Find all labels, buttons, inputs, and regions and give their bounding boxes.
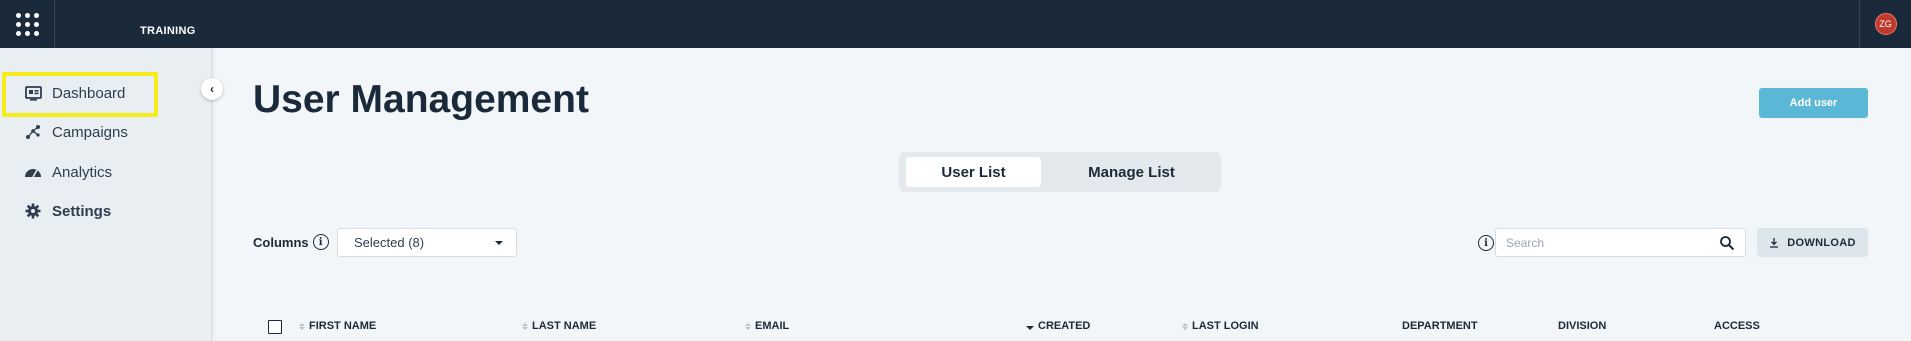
search-input[interactable] — [1496, 229, 1696, 256]
campaigns-icon — [24, 123, 42, 141]
search-info-icon[interactable]: i — [1478, 235, 1494, 251]
table-header: FIRST NAME LAST NAME EMAIL CREATED LAST … — [253, 316, 1873, 338]
sort-icon — [522, 322, 528, 330]
columns-dropdown-value: Selected (8) — [354, 235, 425, 250]
search-field[interactable] — [1495, 228, 1746, 257]
column-header-label: ACCESS — [1714, 320, 1760, 332]
avatar[interactable]: ZG — [1874, 13, 1897, 35]
download-label: DOWNLOAD — [1787, 236, 1856, 249]
highlight-box — [2, 72, 158, 117]
app-launcher-button[interactable] — [0, 0, 55, 48]
download-button[interactable]: DOWNLOAD — [1757, 228, 1868, 257]
sidebar-item-label: Analytics — [52, 163, 113, 181]
column-header-last-name[interactable]: LAST NAME — [522, 320, 596, 332]
tab-user-list[interactable]: User List — [906, 157, 1041, 187]
column-header-access[interactable]: ACCESS — [1714, 320, 1760, 332]
gear-icon — [24, 202, 42, 220]
column-header-label: LAST LOGIN — [1192, 320, 1259, 332]
column-header-created[interactable]: CREATED — [1026, 320, 1090, 332]
caret-down-icon — [495, 241, 503, 245]
tab-manage-list[interactable]: Manage List — [1049, 157, 1214, 187]
sidebar-item-campaigns[interactable]: Campaigns — [24, 123, 128, 141]
column-header-last-login[interactable]: LAST LOGIN — [1182, 320, 1259, 332]
add-user-button[interactable]: Add user — [1759, 88, 1868, 118]
sidebar-item-label: Campaigns — [52, 123, 128, 141]
columns-dropdown[interactable]: Selected (8) — [337, 228, 517, 257]
sort-icon — [1182, 322, 1188, 330]
page-title: User Management — [253, 78, 589, 121]
column-header-department[interactable]: DEPARTMENT — [1402, 320, 1478, 332]
column-header-label: EMAIL — [755, 320, 790, 332]
sidebar-item-label: Settings — [52, 202, 112, 220]
top-bar: TRAINING ZG — [0, 0, 1911, 48]
sort-icon — [299, 322, 305, 330]
app-title: TRAINING — [140, 25, 196, 37]
user-menu[interactable]: ZG — [1859, 0, 1911, 48]
collapse-sidebar-button[interactable]: ‹ — [201, 78, 223, 100]
analytics-icon — [24, 163, 42, 181]
sidebar-item-analytics[interactable]: Analytics — [24, 163, 112, 181]
sidebar-item-settings[interactable]: Settings — [24, 202, 111, 220]
column-header-label: DIVISION — [1558, 320, 1607, 332]
sort-icon — [745, 322, 751, 330]
column-header-division[interactable]: DIVISION — [1558, 320, 1606, 332]
grid-icon — [15, 12, 39, 36]
column-header-label: DEPARTMENT — [1402, 320, 1478, 332]
list-tabs: User List Manage List — [899, 152, 1221, 192]
download-icon — [1769, 237, 1779, 248]
search-icon[interactable] — [1719, 235, 1735, 251]
columns-label: Columns i — [253, 234, 329, 250]
chevron-left-icon: ‹ — [210, 82, 214, 96]
column-header-label: CREATED — [1038, 320, 1091, 332]
column-header-email[interactable]: EMAIL — [745, 320, 789, 332]
info-icon[interactable]: i — [312, 234, 329, 250]
select-all-checkbox[interactable] — [268, 320, 282, 334]
column-header-label: FIRST NAME — [309, 320, 377, 332]
column-header-first-name[interactable]: FIRST NAME — [299, 320, 376, 332]
sort-desc-icon — [1026, 322, 1034, 330]
column-header-label: LAST NAME — [532, 320, 597, 332]
columns-label-text: Columns — [253, 234, 309, 250]
